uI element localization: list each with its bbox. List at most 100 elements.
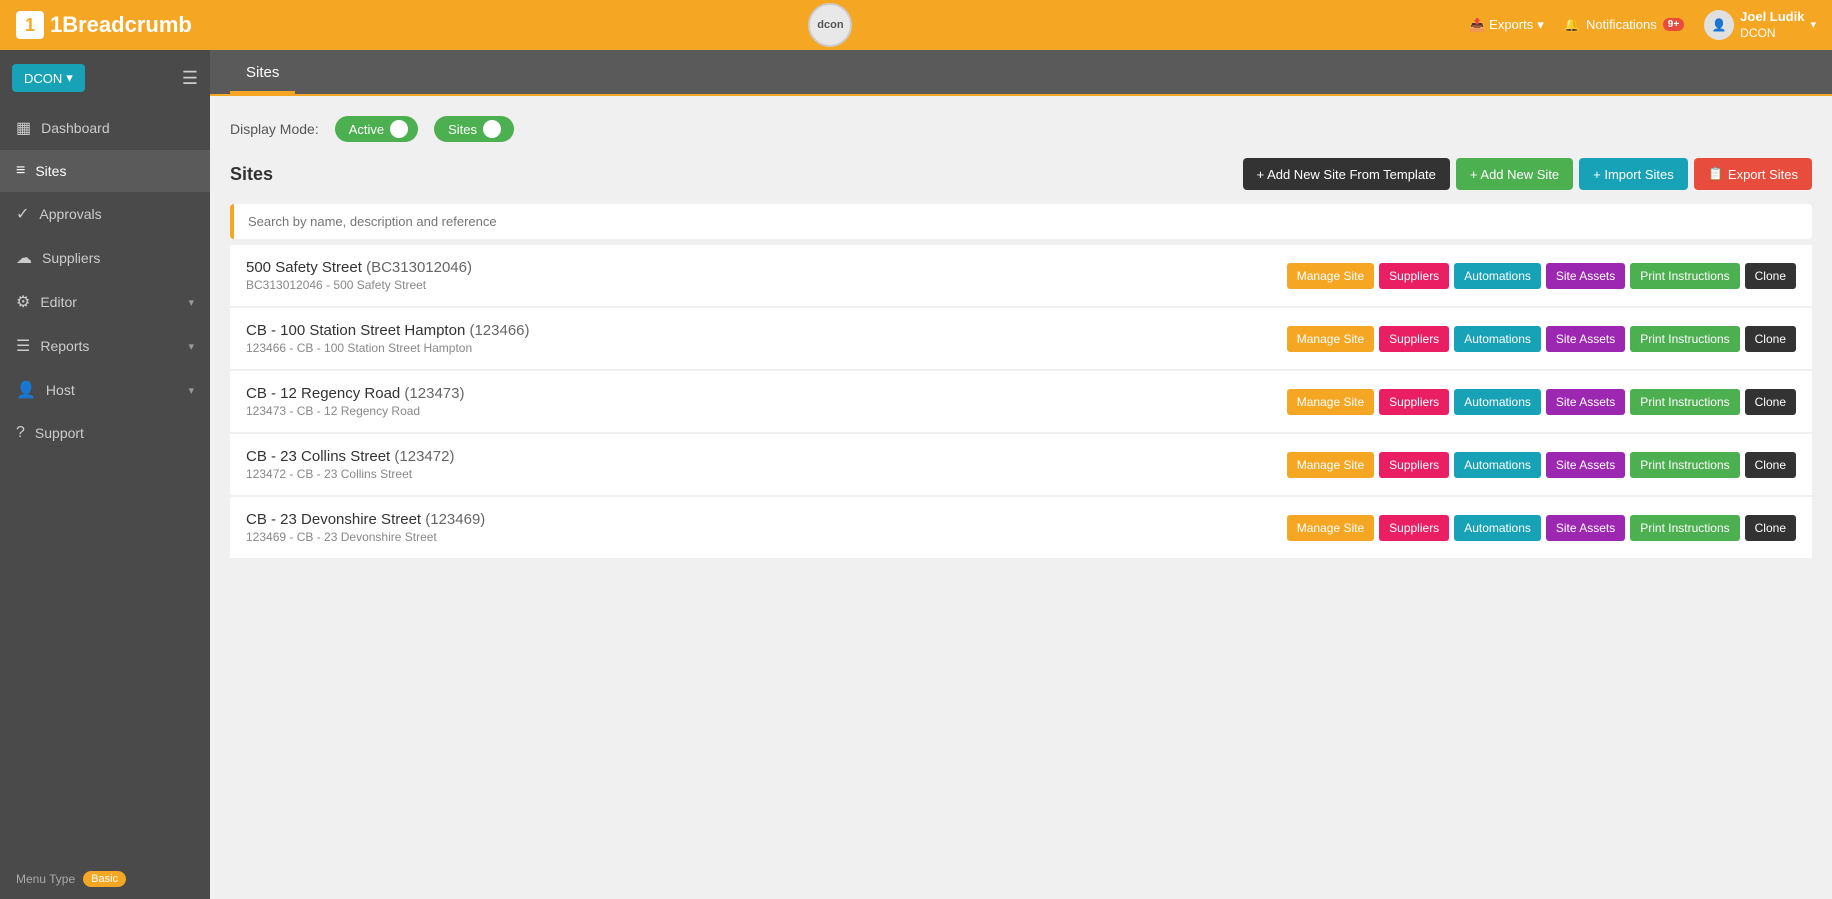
hamburger-icon[interactable]: ☰ <box>182 68 198 89</box>
search-input[interactable] <box>248 214 1798 229</box>
site-sub: 123466 - CB - 100 Station Street Hampton <box>246 341 1287 355</box>
manage-site-button[interactable]: Manage Site <box>1287 515 1374 541</box>
active-toggle-label: Active <box>349 122 384 137</box>
add-new-site-button[interactable]: + Add New Site <box>1456 158 1573 190</box>
automations-button[interactable]: Automations <box>1454 326 1541 352</box>
sites-icon: ≡ <box>16 162 25 180</box>
table-row: CB - 23 Collins Street (123472) 123472 - … <box>230 434 1812 495</box>
site-name: CB - 23 Collins Street (123472) <box>246 448 1287 465</box>
user-name: Joel Ludik <box>1740 9 1804 26</box>
automations-button[interactable]: Automations <box>1454 263 1541 289</box>
reports-arrow-icon: ▾ <box>188 340 194 353</box>
nav-right: 📤 Exports ▾ 🔔 Notifications 9+ 👤 Joel Lu… <box>1469 9 1816 41</box>
menu-type-value[interactable]: Basic <box>83 871 126 887</box>
top-nav: 1 1Breadcrumb dcon 📤 Exports ▾ 🔔 Notific… <box>0 0 1832 50</box>
clone-button[interactable]: Clone <box>1745 263 1796 289</box>
automations-button[interactable]: Automations <box>1454 389 1541 415</box>
import-sites-button[interactable]: + Import Sites <box>1579 158 1688 190</box>
user-menu[interactable]: 👤 Joel Ludik DCON ▾ <box>1704 9 1816 41</box>
site-id: (123472) <box>394 448 454 465</box>
sidebar-label-suppliers: Suppliers <box>42 250 194 266</box>
sidebar-item-support[interactable]: ? Support <box>0 412 210 454</box>
print-instructions-button[interactable]: Print Instructions <box>1630 452 1739 478</box>
org-dropdown-icon: ▾ <box>66 70 73 86</box>
print-instructions-button[interactable]: Print Instructions <box>1630 515 1739 541</box>
clone-button[interactable]: Clone <box>1745 452 1796 478</box>
sidebar-item-suppliers[interactable]: ☁ Suppliers <box>0 236 210 280</box>
site-assets-button[interactable]: Site Assets <box>1546 326 1625 352</box>
suppliers-button[interactable]: Suppliers <box>1379 452 1449 478</box>
sidebar-label-host: Host <box>46 382 179 398</box>
sites-toggle-group: Sites <box>434 116 514 142</box>
sites-action-buttons: + Add New Site From Template + Add New S… <box>1243 158 1812 190</box>
export-icon: 📤 <box>1469 17 1485 33</box>
page-header: Sites <box>210 50 1832 96</box>
clone-button[interactable]: Clone <box>1745 515 1796 541</box>
exports-label: Exports <box>1489 17 1533 32</box>
export-sites-button[interactable]: 📋 Export Sites <box>1694 158 1812 190</box>
host-icon: 👤 <box>16 380 36 400</box>
sidebar: DCON ▾ ☰ ▦ Dashboard ≡ Sites ✓ Approvals… <box>0 50 210 899</box>
manage-site-button[interactable]: Manage Site <box>1287 263 1374 289</box>
sidebar-item-sites[interactable]: ≡ Sites <box>0 150 210 192</box>
sidebar-item-host[interactable]: 👤 Host ▾ <box>0 368 210 412</box>
manage-site-button[interactable]: Manage Site <box>1287 389 1374 415</box>
org-button-label: DCON <box>24 71 62 86</box>
suppliers-button[interactable]: Suppliers <box>1379 389 1449 415</box>
table-row: 500 Safety Street (BC313012046)BC3130120… <box>230 245 1812 306</box>
site-assets-button[interactable]: Site Assets <box>1546 389 1625 415</box>
print-instructions-button[interactable]: Print Instructions <box>1630 326 1739 352</box>
active-toggle[interactable]: Active <box>335 116 418 142</box>
site-assets-button[interactable]: Site Assets <box>1546 515 1625 541</box>
site-info: CB - 12 Regency Road (123473)123473 - CB… <box>246 385 1287 418</box>
suppliers-button[interactable]: Suppliers <box>1379 326 1449 352</box>
org-button[interactable]: DCON ▾ <box>12 64 85 92</box>
avatar: 👤 <box>1704 10 1734 40</box>
menu-type-label: Menu Type <box>16 872 75 886</box>
editor-arrow-icon: ▾ <box>188 296 194 309</box>
reports-icon: ☰ <box>16 336 30 356</box>
sites-tab[interactable]: Sites <box>230 54 295 94</box>
site-info: 500 Safety Street (BC313012046)BC3130120… <box>246 259 1287 292</box>
print-instructions-button[interactable]: Print Instructions <box>1630 263 1739 289</box>
clone-button[interactable]: Clone <box>1745 389 1796 415</box>
site-info: CB - 23 Collins Street (123472) 123472 - … <box>246 448 1287 481</box>
automations-button[interactable]: Automations <box>1454 452 1541 478</box>
manage-site-button[interactable]: Manage Site <box>1287 452 1374 478</box>
sidebar-item-dashboard[interactable]: ▦ Dashboard <box>0 106 210 150</box>
site-assets-button[interactable]: Site Assets <box>1546 263 1625 289</box>
table-row: CB - 100 Station Street Hampton (123466)… <box>230 308 1812 369</box>
sidebar-item-approvals[interactable]: ✓ Approvals <box>0 192 210 236</box>
manage-site-button[interactable]: Manage Site <box>1287 326 1374 352</box>
export-sites-icon: 📋 <box>1708 166 1724 182</box>
suppliers-button[interactable]: Suppliers <box>1379 263 1449 289</box>
sidebar-item-editor[interactable]: ⚙ Editor ▾ <box>0 280 210 324</box>
site-sub: 123472 - CB - 23 Collins Street <box>246 467 1287 481</box>
print-instructions-button[interactable]: Print Instructions <box>1630 389 1739 415</box>
exports-menu[interactable]: 📤 Exports ▾ <box>1469 17 1544 33</box>
site-actions: Manage SiteSuppliersAutomationsSite Asse… <box>1287 389 1796 415</box>
exports-arrow-icon: ▾ <box>1537 17 1544 33</box>
site-list: 500 Safety Street (BC313012046)BC3130120… <box>230 245 1812 558</box>
site-actions: Manage SiteSuppliersAutomationsSite Asse… <box>1287 263 1796 289</box>
sidebar-item-reports[interactable]: ☰ Reports ▾ <box>0 324 210 368</box>
site-assets-button[interactable]: Site Assets <box>1546 452 1625 478</box>
clone-button[interactable]: Clone <box>1745 326 1796 352</box>
site-name: CB - 12 Regency Road (123473) <box>246 385 1287 402</box>
site-sub: 123469 - CB - 23 Devonshire Street <box>246 530 1287 544</box>
add-template-button[interactable]: + Add New Site From Template <box>1243 158 1450 190</box>
page-content: Display Mode: Active Sites Sites <box>210 96 1832 899</box>
notifications-button[interactable]: 🔔 Notifications 9+ <box>1564 17 1684 33</box>
suppliers-button[interactable]: Suppliers <box>1379 515 1449 541</box>
menu-type-section: Menu Type Basic <box>0 859 210 899</box>
logo[interactable]: 1 1Breadcrumb <box>16 11 192 39</box>
sidebar-label-approvals: Approvals <box>39 206 194 222</box>
sites-toggle[interactable]: Sites <box>434 116 514 142</box>
site-info: CB - 100 Station Street Hampton (123466)… <box>246 322 1287 355</box>
user-org: DCON <box>1740 26 1804 42</box>
display-mode-label: Display Mode: <box>230 121 319 137</box>
display-mode-section: Display Mode: Active Sites <box>230 116 1812 142</box>
suppliers-icon: ☁ <box>16 248 32 268</box>
table-row: CB - 23 Devonshire Street (123469)123469… <box>230 497 1812 558</box>
automations-button[interactable]: Automations <box>1454 515 1541 541</box>
